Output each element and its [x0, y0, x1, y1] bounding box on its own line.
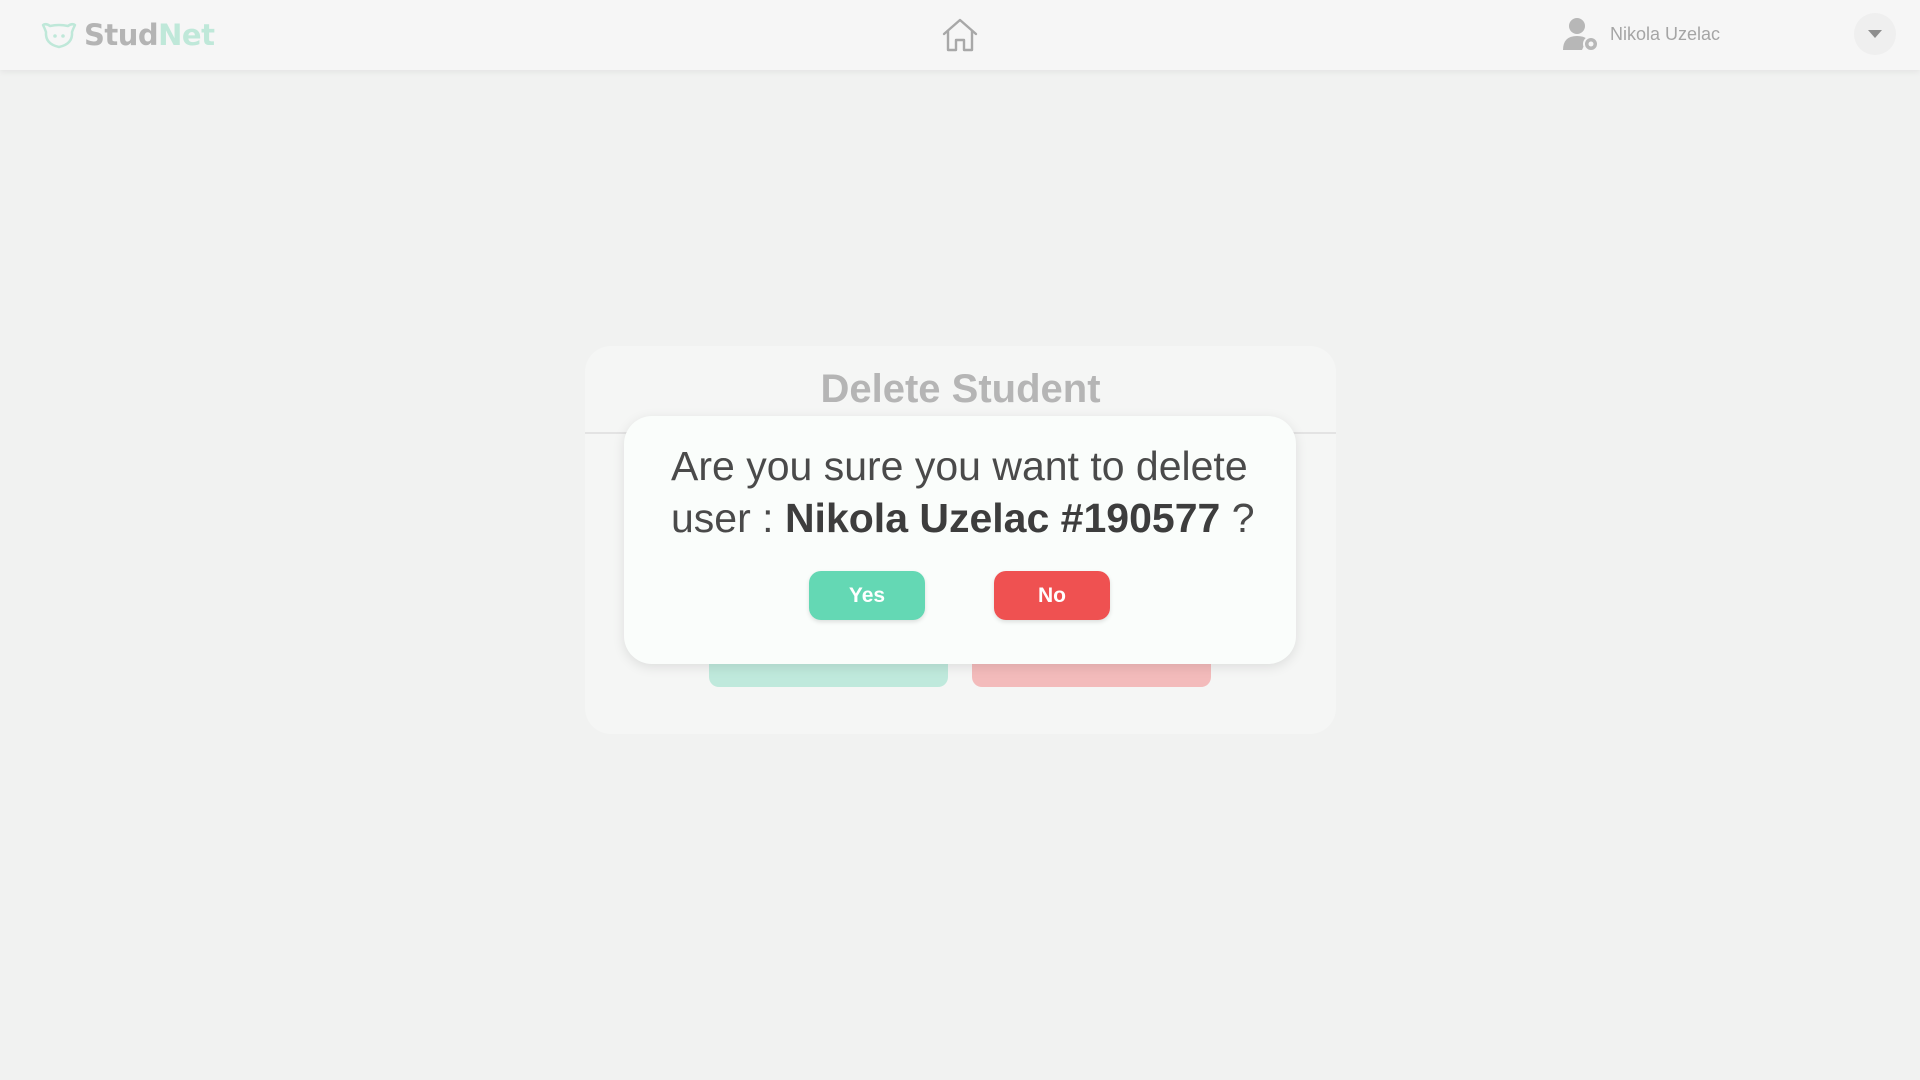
yes-button[interactable]: Yes [809, 571, 925, 620]
logo-text-net: Net [158, 18, 215, 52]
logo-text: StudNet [84, 18, 215, 52]
confirm-delete-dialog: Are you sure you want to delete user : N… [624, 416, 1296, 664]
top-navbar: StudNet Nikola Uzelac [0, 0, 1920, 70]
confirm-message-suffix: ? [1231, 495, 1255, 541]
home-icon[interactable] [940, 17, 980, 53]
card-title: Delete Student [820, 366, 1101, 411]
user-name: Nikola Uzelac [1610, 23, 1721, 44]
caret-down-icon [1868, 30, 1882, 38]
logo-text-stud: Stud [84, 18, 159, 52]
confirm-user-label: Nikola Uzelac #190577 [784, 495, 1221, 541]
confirm-message: Are you sure you want to delete user : N… [671, 440, 1271, 544]
logo-mark-icon [41, 22, 77, 49]
user-dropdown-button[interactable] [1854, 13, 1896, 55]
no-button[interactable]: No [994, 571, 1110, 620]
user-settings-icon [1563, 18, 1599, 52]
studnet-logo[interactable]: StudNet [40, 16, 215, 54]
user-menu[interactable]: Nikola Uzelac [1560, 14, 1720, 54]
